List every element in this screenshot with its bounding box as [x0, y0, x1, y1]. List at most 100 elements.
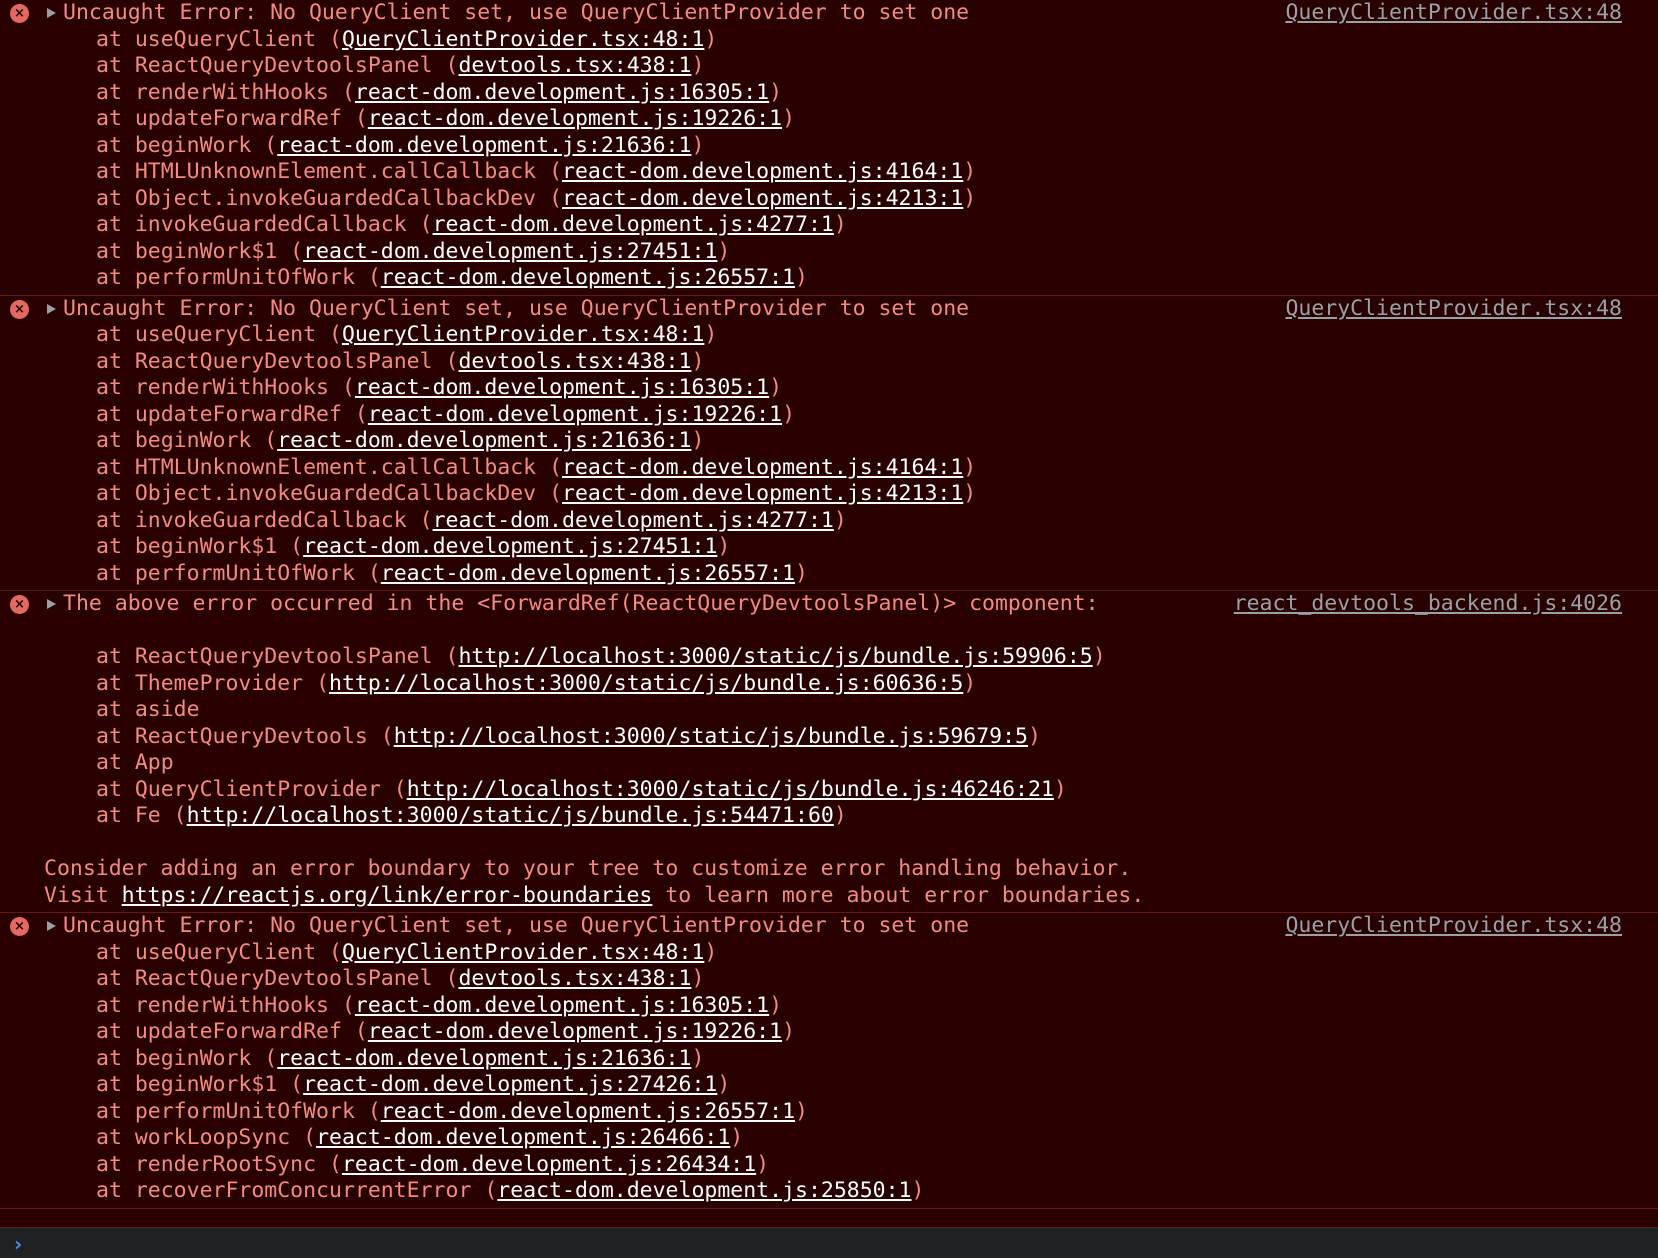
stack-frame-link[interactable]: react-dom.development.js:27451:1	[303, 534, 717, 559]
stack-frame-prefix: at	[96, 939, 135, 965]
stack-frame-prefix: at	[96, 348, 135, 374]
stack-frame-link[interactable]: http://localhost:3000/static/js/bundle.j…	[458, 644, 1092, 669]
stack-frame-function: Fe	[134, 803, 161, 828]
stack-frame-link[interactable]: react-dom.development.js:19226:1	[368, 402, 782, 427]
stack-frame-function: beginWork	[134, 1045, 252, 1071]
stack-frame-link[interactable]: react-dom.development.js:4213:1	[562, 481, 963, 506]
stack-frame-link[interactable]: react-dom.development.js:19226:1	[368, 106, 782, 131]
stack-frame-prefix: at	[96, 507, 135, 533]
stack-frame-link[interactable]: react-dom.development.js:4277:1	[433, 508, 834, 533]
stack-frame-function: ThemeProvider	[134, 670, 304, 696]
stack-frame-link[interactable]: react-dom.development.js:26434:1	[342, 1152, 756, 1177]
stack-frame-link[interactable]: devtools.tsx:438:1	[458, 966, 691, 991]
stack-frame-prefix: at	[96, 26, 135, 52]
stack-frame: at recoverFromConcurrentError (react-dom…	[96, 1178, 925, 1203]
stack-frame-link[interactable]: react-dom.development.js:4164:1	[562, 159, 963, 184]
stack-frame-link[interactable]: http://localhost:3000/static/js/bundle.j…	[329, 671, 963, 696]
error-boundary-note: Visit https://reactjs.org/link/error-bou…	[0, 883, 1658, 910]
console-prompt-bar: ›	[0, 1227, 1658, 1258]
error-icon: ×	[10, 917, 29, 936]
stack-frame: at Object.invokeGuardedCallbackDev (reac…	[96, 481, 977, 506]
stack-frame-link[interactable]: QueryClientProvider.tsx:48:1	[342, 27, 704, 52]
stack-frame: at beginWork (react-dom.development.js:2…	[96, 132, 705, 158]
stack-frame-link[interactable]: react-dom.development.js:4277:1	[433, 212, 834, 237]
stack-frame-link[interactable]: react-dom.development.js:26557:1	[381, 561, 795, 586]
stack-frame: at beginWork (react-dom.development.js:2…	[96, 1045, 705, 1071]
stack-frame-function: updateForwardRef	[134, 401, 342, 427]
source-location-link[interactable]: QueryClientProvider.tsx:48	[1285, 913, 1622, 940]
stack-frame-prefix: at	[96, 1045, 135, 1071]
error-boundaries-link[interactable]: https://reactjs.org/link/error-boundarie…	[122, 883, 653, 908]
expand-triangle-icon[interactable]	[46, 0, 60, 27]
stack-frame-function: performUnitOfWork	[134, 1098, 355, 1124]
stack-frame-function: performUnitOfWork	[134, 265, 355, 290]
stack-frame: at ThemeProvider (http://localhost:3000/…	[96, 670, 977, 696]
stack-frame-prefix: at	[96, 401, 135, 427]
stack-frame-link[interactable]: react-dom.development.js:16305:1	[355, 80, 769, 105]
stack-frame: at App	[0, 750, 1658, 777]
stack-frame-prefix: at	[96, 106, 135, 131]
stack-frame: at HTMLUnknownElement.callCallback (reac…	[96, 159, 977, 184]
stack-frame: at Fe (http://localhost:3000/static/js/b…	[96, 803, 847, 828]
stack-frame-function: ReactQueryDevtoolsPanel	[134, 53, 433, 78]
stack-frame-link[interactable]: react-dom.development.js:27426:1	[303, 1072, 717, 1097]
stack-frame-link[interactable]: http://localhost:3000/static/js/bundle.j…	[394, 724, 1028, 749]
stack-frame-link[interactable]: react-dom.development.js:21636:1	[277, 428, 691, 453]
error-icon: ×	[10, 595, 29, 614]
stack-frame-function: ReactQueryDevtoolsPanel	[134, 966, 433, 991]
stack-frame-link[interactable]: react-dom.development.js:26557:1	[381, 265, 795, 290]
stack-frame-function: beginWork$1	[134, 1072, 278, 1097]
stack-frame-link[interactable]: react-dom.development.js:26466:1	[316, 1125, 730, 1150]
stack-frame-link[interactable]: react-dom.development.js:16305:1	[355, 993, 769, 1018]
stack-frame-link[interactable]: react-dom.development.js:19226:1	[368, 1019, 782, 1044]
stack-frame: at renderRootSync (react-dom.development…	[96, 1151, 770, 1177]
stack-frame-prefix: at	[96, 322, 135, 347]
stack-frame: at beginWork$1 (react-dom.development.js…	[96, 1072, 731, 1097]
stack-frame-link[interactable]: devtools.tsx:438:1	[458, 53, 691, 78]
stack-frame-link[interactable]: react-dom.development.js:25850:1	[497, 1178, 911, 1203]
stack-frame-function: recoverFromConcurrentError	[134, 1178, 472, 1203]
source-location-link[interactable]: QueryClientProvider.tsx:48	[1285, 0, 1622, 27]
source-location-link[interactable]: react_devtools_backend.js:4026	[1234, 591, 1622, 618]
stack-frame: at updateForwardRef (react-dom.developme…	[96, 401, 796, 427]
console-input[interactable]	[40, 1230, 1644, 1258]
console-messages: × Uncaught Error: No QueryClient set, use…	[0, 0, 1658, 1227]
stack-frame-link[interactable]: react-dom.development.js:27451:1	[303, 239, 717, 264]
stack-frame-prefix: at	[96, 185, 135, 211]
source-location-link[interactable]: QueryClientProvider.tsx:48	[1285, 296, 1622, 323]
stack-frame-prefix: at	[96, 803, 135, 828]
stack-frame-function: App	[134, 750, 174, 775]
stack-frame-function: beginWork$1	[134, 534, 278, 559]
expand-triangle-icon[interactable]	[46, 913, 60, 940]
stack-frame-link[interactable]: QueryClientProvider.tsx:48:1	[342, 322, 704, 347]
stack-frame-function: renderWithHooks	[134, 375, 330, 400]
stack-frame: at useQueryClient (QueryClientProvider.t…	[96, 26, 718, 52]
stack-frame-prefix: at	[96, 534, 135, 559]
stack-frame-link[interactable]: http://localhost:3000/static/js/bundle.j…	[407, 777, 1054, 802]
prompt-chevron-icon: ›	[14, 1232, 23, 1256]
stack-frame-prefix: at	[96, 560, 135, 586]
stack-frame-function: useQueryClient	[134, 26, 317, 52]
expand-triangle-icon[interactable]	[46, 296, 60, 323]
stack-frame-link[interactable]: devtools.tsx:438:1	[458, 349, 691, 374]
stack-frame-link[interactable]: react-dom.development.js:21636:1	[277, 1046, 691, 1071]
stack-frame: at beginWork$1 (react-dom.development.js…	[96, 534, 731, 559]
stack-frame-prefix: at	[96, 265, 135, 290]
stack-frame-prefix: at	[96, 697, 135, 722]
stack-frame: at beginWork (react-dom.development.js:2…	[96, 428, 705, 453]
stack-frame-link[interactable]: QueryClientProvider.tsx:48:1	[342, 940, 704, 965]
stack-frame-link[interactable]: react-dom.development.js:4213:1	[562, 186, 963, 211]
stack-frame-link[interactable]: http://localhost:3000/static/js/bundle.j…	[187, 803, 834, 828]
error-icon: ×	[10, 299, 29, 319]
stack-frame-link[interactable]: react-dom.development.js:26557:1	[381, 1099, 795, 1124]
stack-frame: at performUnitOfWork (react-dom.developm…	[96, 1098, 808, 1124]
console-error-message: × Uncaught Error: No QueryClient set, use…	[0, 913, 1658, 1209]
stack-frame-link[interactable]: react-dom.development.js:21636:1	[277, 133, 691, 158]
stack-frame-link[interactable]: react-dom.development.js:16305:1	[355, 375, 769, 400]
stack-frame-function: useQueryClient	[134, 939, 317, 965]
stack-frame-function: QueryClientProvider	[134, 776, 381, 802]
stack-frame-function: HTMLUnknownElement.callCallback	[134, 454, 537, 480]
stack-frame-link[interactable]: react-dom.development.js:4164:1	[562, 455, 963, 480]
expand-triangle-icon[interactable]	[46, 591, 60, 618]
stack-frame-function: renderWithHooks	[134, 992, 330, 1018]
